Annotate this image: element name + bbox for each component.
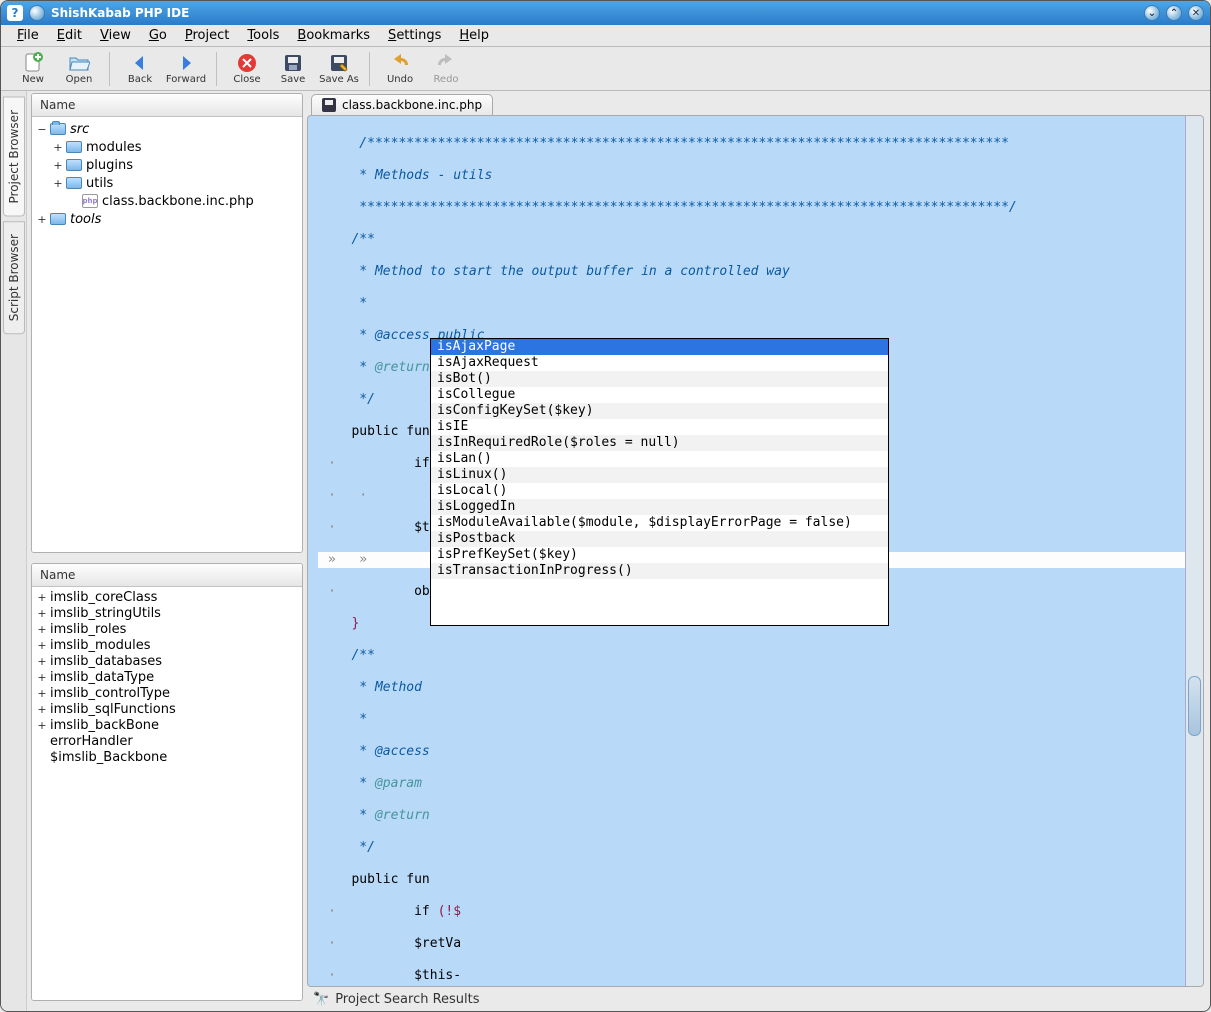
project-browser-panel: Name −src +modules +plugins +utils phpcl…: [31, 93, 303, 553]
maximize-button[interactable]: ⌃: [1166, 5, 1182, 21]
editor-tabs: class.backbone.inc.php: [307, 91, 1204, 115]
list-item[interactable]: +imslib_sqlFunctions: [36, 702, 298, 718]
binoculars-icon: 🔭: [313, 992, 329, 1007]
autocomplete-item[interactable]: isLinux(): [431, 467, 888, 483]
script-panel-header: Name: [32, 564, 302, 587]
autocomplete-item[interactable]: isTransactionInProgress(): [431, 563, 888, 579]
bottom-panel-label: Project Search Results: [335, 992, 479, 1007]
project-tree: −src +modules +plugins +utils phpclass.b…: [32, 117, 302, 231]
autocomplete-item[interactable]: isConfigKeySet($key): [431, 403, 888, 419]
scrollbar-thumb[interactable]: [1188, 676, 1201, 736]
php-file-icon: php: [82, 194, 98, 208]
open-icon: [68, 52, 90, 74]
autocomplete-item[interactable]: isModuleAvailable($module, $displayError…: [431, 515, 888, 531]
autocomplete-item[interactable]: isInRequiredRole($roles = null): [431, 435, 888, 451]
code-editor[interactable]: /***************************************…: [308, 116, 1185, 986]
save-icon: [282, 52, 304, 74]
autocomplete-item[interactable]: isAjaxPage: [431, 339, 888, 355]
menu-go[interactable]: Go: [141, 26, 175, 45]
list-item[interactable]: +imslib_stringUtils: [36, 606, 298, 622]
autocomplete-item[interactable]: isCollegue: [431, 387, 888, 403]
autocomplete-item[interactable]: isIE: [431, 419, 888, 435]
toolbar: New Open Back Forward Close: [1, 47, 1210, 91]
bottom-panel[interactable]: 🔭 Project Search Results: [307, 987, 1204, 1011]
saveas-button[interactable]: Save As: [317, 49, 361, 89]
save-icon: [322, 98, 336, 112]
tree-item-modules[interactable]: +modules: [36, 138, 298, 156]
forward-button[interactable]: Forward: [164, 49, 208, 89]
tree-item-plugins[interactable]: +plugins: [36, 156, 298, 174]
tab-script-browser[interactable]: Script Browser: [3, 221, 25, 334]
menu-edit[interactable]: Edit: [49, 26, 90, 45]
folder-icon: [66, 177, 82, 189]
forward-icon: [175, 52, 197, 74]
side-tabs: Project Browser Script Browser: [1, 91, 27, 1011]
autocomplete-item[interactable]: isAjaxRequest: [431, 355, 888, 371]
app-icon: [29, 5, 45, 21]
close-window-button[interactable]: ✕: [1188, 5, 1204, 21]
vertical-scrollbar[interactable]: [1185, 116, 1203, 986]
open-button[interactable]: Open: [57, 49, 101, 89]
list-item[interactable]: +imslib_roles: [36, 622, 298, 638]
list-item[interactable]: $imslib_Backbone: [36, 750, 298, 766]
project-panel-header: Name: [32, 94, 302, 117]
folder-icon: [50, 123, 66, 135]
folder-icon: [66, 141, 82, 153]
menu-bookmarks[interactable]: Bookmarks: [289, 26, 378, 45]
menu-file[interactable]: File: [9, 26, 47, 45]
script-list: +imslib_coreClass+imslib_stringUtils+ims…: [32, 587, 302, 769]
autocomplete-item[interactable]: isPostback: [431, 531, 888, 547]
help-icon: ?: [7, 5, 23, 21]
undo-button[interactable]: Undo: [378, 49, 422, 89]
tree-item-file[interactable]: phpclass.backbone.inc.php: [36, 192, 298, 210]
list-item[interactable]: +imslib_backBone: [36, 718, 298, 734]
back-icon: [129, 52, 151, 74]
tree-item-src[interactable]: −src: [36, 120, 298, 138]
window-title: ShishKabab PHP IDE: [51, 6, 1138, 20]
tree-item-utils[interactable]: +utils: [36, 174, 298, 192]
redo-button[interactable]: Redo: [424, 49, 468, 89]
list-item[interactable]: +imslib_dataType: [36, 670, 298, 686]
menu-view[interactable]: View: [92, 26, 139, 45]
saveas-icon: [328, 52, 350, 74]
menu-help[interactable]: Help: [451, 26, 497, 45]
list-item[interactable]: +imslib_coreClass: [36, 590, 298, 606]
close-icon: [236, 52, 258, 74]
list-item[interactable]: errorHandler: [36, 734, 298, 750]
new-icon: [22, 52, 44, 74]
undo-icon: [389, 52, 411, 74]
list-item[interactable]: +imslib_databases: [36, 654, 298, 670]
editor-frame: /***************************************…: [307, 115, 1204, 987]
folder-icon: [66, 159, 82, 171]
new-button[interactable]: New: [11, 49, 55, 89]
menu-tools[interactable]: Tools: [239, 26, 287, 45]
save-button[interactable]: Save: [271, 49, 315, 89]
close-button[interactable]: Close: [225, 49, 269, 89]
redo-icon: [435, 52, 457, 74]
script-browser-panel: Name +imslib_coreClass+imslib_stringUtil…: [31, 563, 303, 1001]
autocomplete-item[interactable]: isPrefKeySet($key): [431, 547, 888, 563]
tab-project-browser[interactable]: Project Browser: [3, 97, 25, 217]
folder-icon: [50, 213, 66, 225]
autocomplete-item[interactable]: isLocal(): [431, 483, 888, 499]
autocomplete-item[interactable]: isLoggedIn: [431, 499, 888, 515]
autocomplete-popup[interactable]: isAjaxPageisAjaxRequestisBot()isCollegue…: [430, 338, 889, 626]
menubar: File Edit View Go Project Tools Bookmark…: [1, 25, 1210, 47]
app-window: ? ShishKabab PHP IDE ⌄ ⌃ ✕ File Edit Vie…: [0, 0, 1211, 1012]
list-item[interactable]: +imslib_controlType: [36, 686, 298, 702]
minimize-button[interactable]: ⌄: [1144, 5, 1160, 21]
editor-tab[interactable]: class.backbone.inc.php: [311, 94, 493, 115]
list-item[interactable]: +imslib_modules: [36, 638, 298, 654]
menu-settings[interactable]: Settings: [380, 26, 449, 45]
titlebar: ? ShishKabab PHP IDE ⌄ ⌃ ✕: [1, 1, 1210, 25]
autocomplete-item[interactable]: isBot(): [431, 371, 888, 387]
menu-project[interactable]: Project: [177, 26, 238, 45]
autocomplete-item[interactable]: isLan(): [431, 451, 888, 467]
tree-item-tools[interactable]: +tools: [36, 210, 298, 228]
back-button[interactable]: Back: [118, 49, 162, 89]
